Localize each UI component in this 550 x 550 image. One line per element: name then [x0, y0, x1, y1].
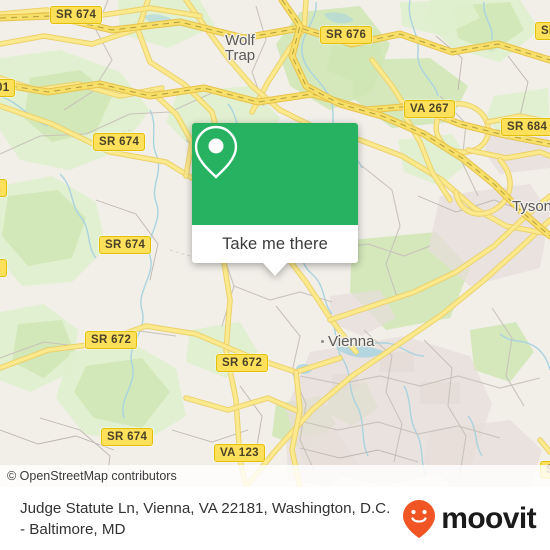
map-canvas[interactable]: .water { fill:none; stroke:#aad3e0; stro…: [0, 0, 550, 487]
shield-sr-672-left: SR 672: [85, 331, 138, 349]
shield-sr-partial-tr: SR: [535, 22, 550, 40]
shield-va-267: VA 267: [404, 100, 455, 118]
map-popup-card[interactable]: Take me there: [192, 123, 358, 276]
take-me-there-label: Take me there: [222, 234, 328, 253]
osm-attribution[interactable]: © OpenStreetMap contributors: [0, 465, 550, 487]
map-screenshot: .water { fill:none; stroke:#aad3e0; stro…: [0, 0, 550, 550]
address-text: Judge Statute Ln, Vienna, VA 22181, Wash…: [20, 499, 391, 538]
shield-sr-674-bot: SR 674: [101, 428, 154, 446]
shield-sr-676: SR 676: [320, 26, 373, 44]
moovit-wordmark: moovit: [441, 501, 536, 535]
popup-icon-area: [192, 123, 358, 225]
moovit-logo[interactable]: moovit: [402, 499, 550, 539]
shield-partial-3: 1: [0, 259, 7, 277]
shield-sr-684: SR 684: [501, 118, 550, 136]
shield-sr-672-right: SR 672: [216, 354, 269, 372]
moovit-pin-smiley-icon: [403, 499, 436, 538]
popup-tail: [263, 263, 287, 276]
shield-sr-674-mid: SR 674: [93, 133, 146, 151]
map-pin-icon: [194, 125, 238, 179]
shield-sr-674-mid2: SR 674: [99, 236, 152, 254]
shield-va-123: VA 123: [214, 444, 265, 462]
footer-bar: Judge Statute Ln, Vienna, VA 22181, Wash…: [0, 487, 550, 550]
shield-sr-674-top: SR 674: [50, 6, 103, 24]
popup-action-area[interactable]: Take me there: [192, 225, 358, 276]
map-town-dot-vienna: [320, 339, 325, 344]
shield-partial-2: 1: [0, 179, 7, 197]
shield-us-partial-1: 01: [0, 79, 16, 97]
